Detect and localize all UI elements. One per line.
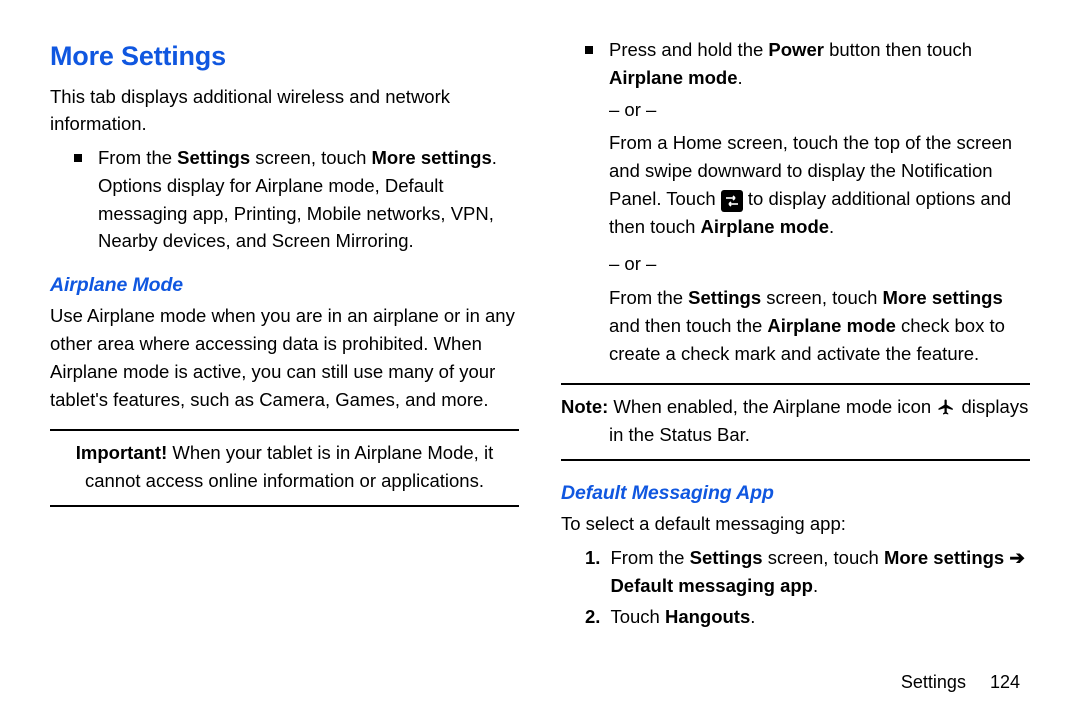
right-column: Press and hold the Power button then tou… <box>561 36 1030 656</box>
note-airplane-icon: Note: When enabled, the Airplane mode ic… <box>561 393 1030 449</box>
notification-panel-instruction: From a Home screen, touch the top of the… <box>561 129 1030 240</box>
bullet-text: From the Settings screen, touch More set… <box>98 144 497 172</box>
step-2: 2. Touch Hangouts. <box>561 603 1030 631</box>
page-footer: Settings 124 <box>901 669 1020 696</box>
step-text: Touch Hangouts. <box>610 603 755 631</box>
step-1: 1. From the Settings screen, touch More … <box>561 544 1030 600</box>
bullet-text: Press and hold the Power button then tou… <box>609 36 1030 92</box>
heading-default-messaging: Default Messaging App <box>561 479 1030 508</box>
left-column: More Settings This tab displays addition… <box>50 36 519 656</box>
step-number: 2. <box>585 603 600 631</box>
or-separator: – or – <box>561 96 1030 124</box>
settings-more-airplane-instruction: From the Settings screen, touch More set… <box>561 284 1030 367</box>
bullet-power-airplane: Press and hold the Power button then tou… <box>561 36 1030 92</box>
or-separator: – or – <box>561 250 1030 278</box>
quick-settings-icon <box>721 190 743 212</box>
msg-intro: To select a default messaging app: <box>561 510 1030 538</box>
bullet-from-settings: From the Settings screen, touch More set… <box>50 144 519 172</box>
heading-more-settings: More Settings <box>50 36 519 77</box>
divider <box>561 459 1030 461</box>
square-bullet-icon <box>585 46 593 54</box>
important-note: Important! When your tablet is in Airpla… <box>50 439 519 495</box>
square-bullet-icon <box>74 154 82 162</box>
airplane-icon <box>936 397 956 417</box>
divider <box>50 505 519 507</box>
page-columns: More Settings This tab displays addition… <box>50 36 1030 656</box>
divider <box>50 429 519 431</box>
heading-airplane-mode: Airplane Mode <box>50 271 519 300</box>
airplane-body: Use Airplane mode when you are in an air… <box>50 302 519 413</box>
bullet-continuation: Options display for Airplane mode, Defau… <box>50 172 519 255</box>
footer-section-name: Settings <box>901 672 966 692</box>
footer-page-number: 124 <box>990 672 1020 692</box>
intro-paragraph: This tab displays additional wireless an… <box>50 83 519 139</box>
divider <box>561 383 1030 385</box>
step-number: 1. <box>585 544 600 572</box>
step-text: From the Settings screen, touch More set… <box>610 544 1030 600</box>
